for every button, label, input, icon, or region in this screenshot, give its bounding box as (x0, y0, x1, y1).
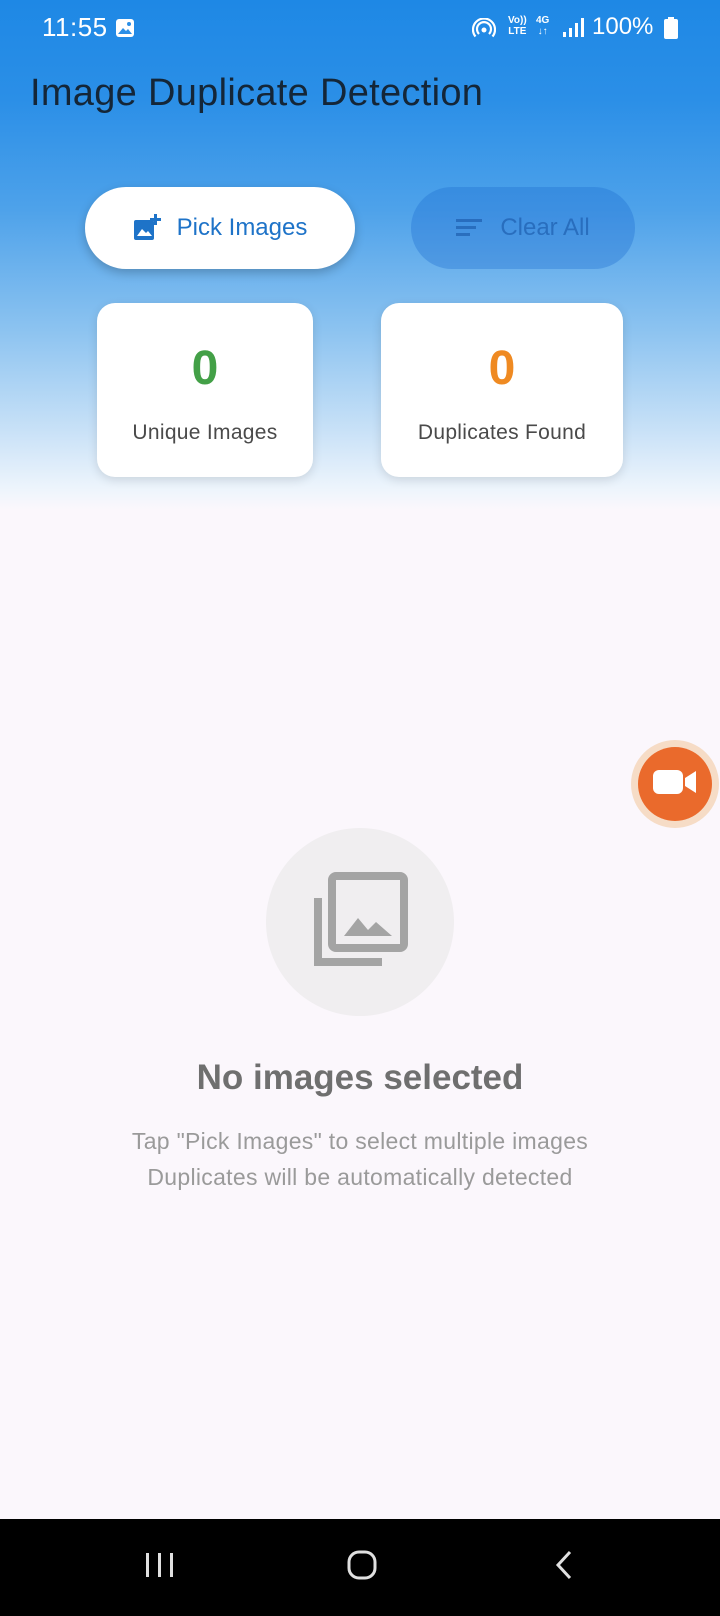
pick-images-button[interactable]: Pick Images (85, 187, 355, 269)
duplicates-found-label: Duplicates Found (417, 421, 587, 444)
duplicates-found-count: 0 (488, 342, 516, 395)
network-type-label: 4G (536, 15, 550, 26)
status-bar: 11:55 Vo)) LTE 4G ↓↑ 100% (0, 0, 720, 58)
home-button[interactable] (302, 1519, 422, 1616)
empty-state-title: No images selected (196, 1058, 524, 1097)
signal-icon (562, 18, 586, 43)
status-time: 11:55 (42, 12, 108, 42)
network-activity-label: ↓↑ (537, 26, 548, 37)
back-icon (552, 1549, 576, 1586)
page-title: Image Duplicate Detection (30, 72, 484, 114)
clear-all-icon (456, 219, 483, 237)
gallery-icon (115, 18, 135, 43)
screen-record-button-core[interactable] (638, 747, 712, 821)
duplicates-found-card: 0 Duplicates Found (381, 303, 623, 477)
screen-record-button[interactable] (631, 740, 719, 828)
battery-icon (664, 17, 678, 44)
recents-icon (144, 1551, 176, 1584)
pick-images-label: Pick Images (176, 214, 308, 241)
app-screen: 11:55 Vo)) LTE 4G ↓↑ 100% Image Duplicat… (0, 0, 720, 1616)
empty-state-subhint: Duplicates will be automatically detecte… (147, 1164, 573, 1190)
battery-percentage: 100% (592, 13, 654, 40)
volte-bottom-label: LTE (508, 26, 527, 37)
empty-state-hint: Tap "Pick Images" to select multiple ima… (131, 1128, 589, 1154)
clear-all-button[interactable]: Clear All (411, 187, 635, 269)
photo-library-icon (312, 871, 408, 973)
unique-images-label: Unique Images (132, 421, 278, 444)
back-button[interactable] (504, 1519, 624, 1616)
system-nav-bar (0, 1519, 720, 1616)
volte-indicator: Vo)) LTE (508, 15, 527, 37)
unique-images-card: 0 Unique Images (97, 303, 313, 477)
add-photo-icon (133, 214, 161, 242)
home-icon (346, 1549, 378, 1586)
volte-top-label: Vo)) (508, 15, 527, 26)
network-indicator: 4G ↓↑ (536, 15, 549, 37)
video-camera-icon (652, 767, 698, 802)
unique-images-count: 0 (191, 342, 219, 395)
hotspot-icon (471, 17, 497, 45)
empty-state-illustration (266, 828, 454, 1016)
clear-all-label: Clear All (500, 214, 590, 241)
recents-button[interactable] (100, 1519, 220, 1616)
